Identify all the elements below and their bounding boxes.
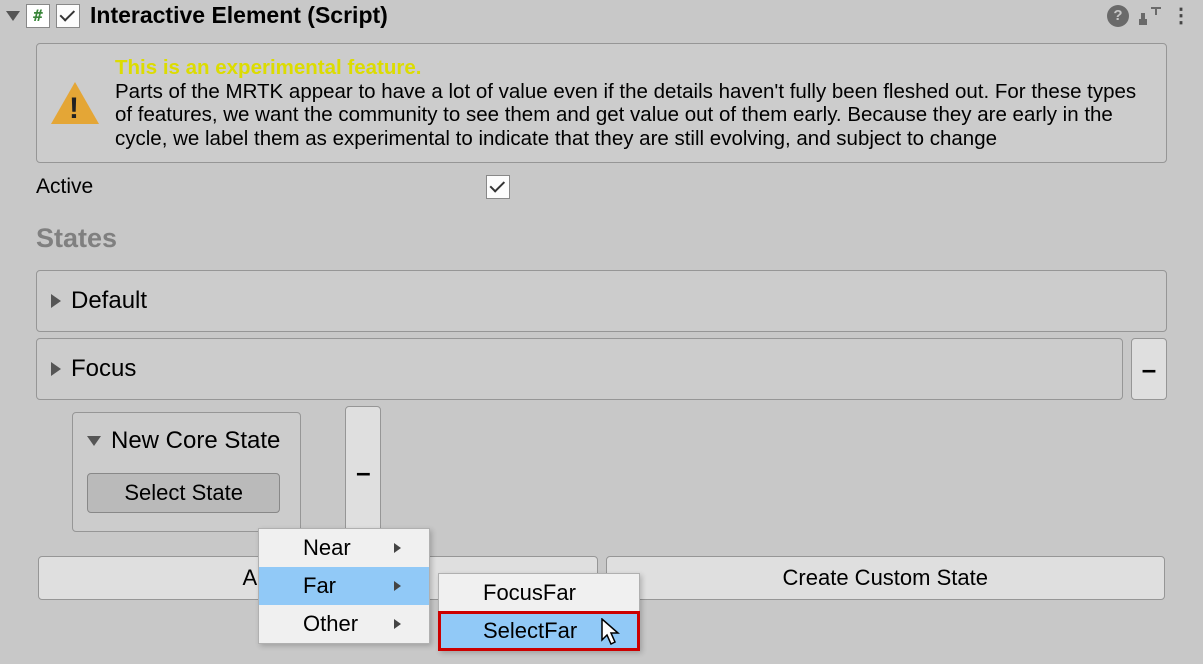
foldout-arrow-icon <box>51 362 61 376</box>
active-checkbox[interactable] <box>486 175 510 199</box>
component-enable-checkbox[interactable] <box>56 4 80 28</box>
component-title: Interactive Element (Script) <box>90 2 1101 29</box>
submenu-arrow-icon <box>394 619 401 629</box>
menu-item-label: Far <box>303 573 336 599</box>
submenu-item-label: SelectFar <box>483 618 577 643</box>
state-name: Focus <box>71 355 136 383</box>
help-icon[interactable]: ? <box>1107 5 1129 27</box>
component-header: # Interactive Element (Script) ? ⋮ <box>0 0 1203 37</box>
state-foldout-default[interactable]: Default <box>36 270 1167 332</box>
select-state-button[interactable]: Select State <box>87 473 280 513</box>
active-field-row: Active <box>0 173 1203 205</box>
foldout-arrow-icon <box>51 294 61 308</box>
state-row-focus: Focus – <box>36 338 1167 400</box>
component-foldout-arrow[interactable] <box>6 11 20 21</box>
checkmark-icon <box>60 6 76 22</box>
warning-title: This is an experimental feature. <box>115 56 421 79</box>
create-custom-state-button[interactable]: Create Custom State <box>606 556 1166 600</box>
state-name: New Core State <box>111 427 280 455</box>
preset-icon[interactable] <box>1139 7 1161 25</box>
checkmark-icon <box>490 177 506 193</box>
context-menu-item-near[interactable]: Near <box>259 529 429 567</box>
context-menu: Near Far Other <box>258 528 430 644</box>
submenu-item-label: FocusFar <box>483 580 576 605</box>
foldout-arrow-icon <box>87 436 101 446</box>
warning-body: Parts of the MRTK appear to have a lot o… <box>115 80 1136 150</box>
state-foldout-newcore: New Core State Select State <box>72 412 301 532</box>
experimental-warning-box: This is an experimental feature. Parts o… <box>36 43 1167 163</box>
submenu-item-focusfar[interactable]: FocusFar <box>439 574 639 612</box>
warning-icon <box>51 82 99 124</box>
submenu-arrow-icon <box>394 543 401 553</box>
state-row-newcore: New Core State Select State – <box>36 406 1167 538</box>
header-icons: ? ⋮ <box>1107 3 1191 28</box>
remove-state-button[interactable]: – <box>1131 338 1167 400</box>
state-foldout-focus[interactable]: Focus <box>36 338 1123 400</box>
states-section-header: States <box>0 205 1203 264</box>
script-icon: # <box>26 4 50 28</box>
state-foldout-header[interactable]: New Core State <box>87 427 280 455</box>
menu-item-label: Other <box>303 611 358 637</box>
submenu-arrow-icon <box>394 581 401 591</box>
state-name: Default <box>71 287 147 315</box>
context-submenu: FocusFar SelectFar <box>438 573 640 651</box>
warning-text: This is an experimental feature. Parts o… <box>115 56 1152 150</box>
context-menu-item-other[interactable]: Other <box>259 605 429 643</box>
submenu-item-selectfar[interactable]: SelectFar <box>439 612 639 650</box>
context-menu-item-far[interactable]: Far <box>259 567 429 605</box>
kebab-menu-icon[interactable]: ⋮ <box>1171 3 1191 28</box>
active-label: Active <box>36 175 486 199</box>
menu-item-label: Near <box>303 535 351 561</box>
remove-state-button[interactable]: – <box>345 406 381 538</box>
